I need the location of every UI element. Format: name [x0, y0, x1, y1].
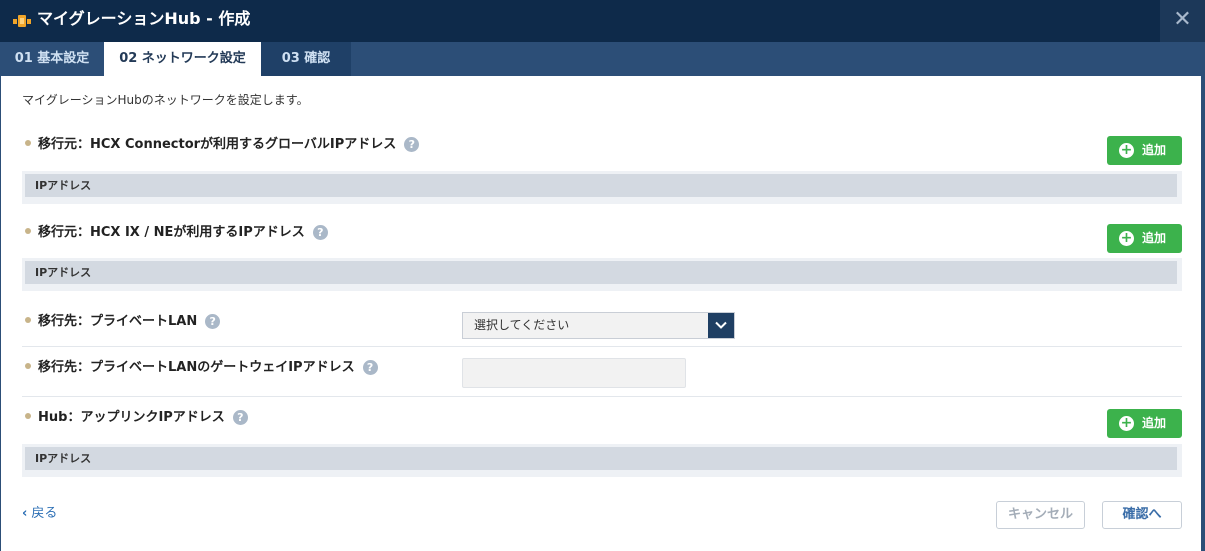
back-link-label: 戻る — [31, 506, 58, 521]
help-icon[interactable]: ? — [362, 360, 378, 375]
section-label-gateway-ip: 移行先：プライベートLANのゲートウェイIPアドレス? — [25, 360, 378, 376]
bullet-icon — [25, 317, 31, 323]
close-icon[interactable]: ✕ — [1160, 0, 1205, 42]
page-description: マイグレーションHubのネットワークを設定します。 — [22, 93, 309, 107]
title-bar: マイグレーションHub - 作成 ✕ — [0, 0, 1205, 42]
section-label-hcx-ix-ne: 移行元：HCX IX / NEが利用するIPアドレス? — [25, 225, 328, 241]
plus-circle-icon: + — [1119, 142, 1134, 158]
ip-table-hcx-connector: IPアドレス — [22, 171, 1182, 204]
cancel-button[interactable]: キャンセル — [996, 501, 1085, 529]
section-label-private-lan: 移行先：プライベートLAN? — [25, 314, 221, 330]
add-button-hcx-ix-ne[interactable]: + 追加 — [1107, 224, 1182, 253]
table-header-ip-address: IPアドレス — [25, 261, 1177, 284]
chevron-down-icon[interactable] — [708, 313, 734, 338]
add-button-label: 追加 — [1142, 416, 1167, 430]
help-icon[interactable]: ? — [232, 410, 248, 425]
dialog-border-left — [0, 76, 1, 551]
add-button-label: 追加 — [1142, 143, 1167, 157]
section-label-hub-uplink: Hub：アップリンクIPアドレス? — [25, 410, 248, 426]
migration-hub-icon — [13, 13, 31, 29]
table-header-ip-address: IPアドレス — [25, 447, 1177, 470]
row-divider — [22, 396, 1182, 397]
back-link[interactable]: ‹ 戻る — [22, 506, 57, 522]
plus-circle-icon: + — [1119, 230, 1134, 246]
gateway-ip-input[interactable] — [462, 358, 686, 388]
tab-network-settings[interactable]: 02 ネットワーク設定 — [104, 42, 261, 76]
help-icon[interactable]: ? — [205, 314, 221, 329]
table-header-ip-address: IPアドレス — [25, 174, 1177, 197]
bullet-icon — [25, 413, 31, 419]
section-label-hcx-connector: 移行元：HCX Connectorが利用するグローバルIPアドレス? — [25, 137, 420, 153]
help-icon[interactable]: ? — [404, 137, 420, 152]
ip-table-hcx-ix-ne: IPアドレス — [22, 258, 1182, 291]
bullet-icon — [25, 228, 31, 234]
section-label-text: Hub：アップリンクIPアドレス — [38, 410, 225, 425]
chevron-left-icon: ‹ — [22, 506, 28, 521]
section-label-text: 移行先：プライベートLANのゲートウェイIPアドレス — [38, 360, 355, 375]
confirm-button[interactable]: 確認へ — [1102, 501, 1182, 529]
add-button-label: 追加 — [1142, 231, 1167, 245]
tab-basic-settings[interactable]: 01 基本設定 — [0, 42, 104, 76]
bullet-icon — [25, 363, 31, 369]
private-lan-select[interactable]: 選択してください — [462, 312, 735, 339]
ip-table-hub-uplink: IPアドレス — [22, 444, 1182, 477]
add-button-hub-uplink[interactable]: + 追加 — [1107, 409, 1182, 438]
bullet-icon — [25, 140, 31, 146]
tab-bar: 01 基本設定 02 ネットワーク設定 03 確認 — [0, 42, 1205, 76]
dialog-border-right — [1201, 76, 1205, 551]
window-title: マイグレーションHub - 作成 — [37, 9, 251, 28]
tab-confirm[interactable]: 03 確認 — [261, 42, 351, 76]
add-button-hcx-connector[interactable]: + 追加 — [1107, 136, 1182, 165]
help-icon[interactable]: ? — [312, 225, 328, 240]
section-label-text: 移行先：プライベートLAN — [38, 314, 198, 329]
private-lan-select-value: 選択してください — [474, 318, 570, 332]
section-label-text: 移行元：HCX IX / NEが利用するIPアドレス — [38, 225, 305, 240]
plus-circle-icon: + — [1119, 415, 1134, 431]
section-label-text: 移行元：HCX Connectorが利用するグローバルIPアドレス — [38, 137, 397, 152]
row-divider — [22, 346, 1182, 347]
